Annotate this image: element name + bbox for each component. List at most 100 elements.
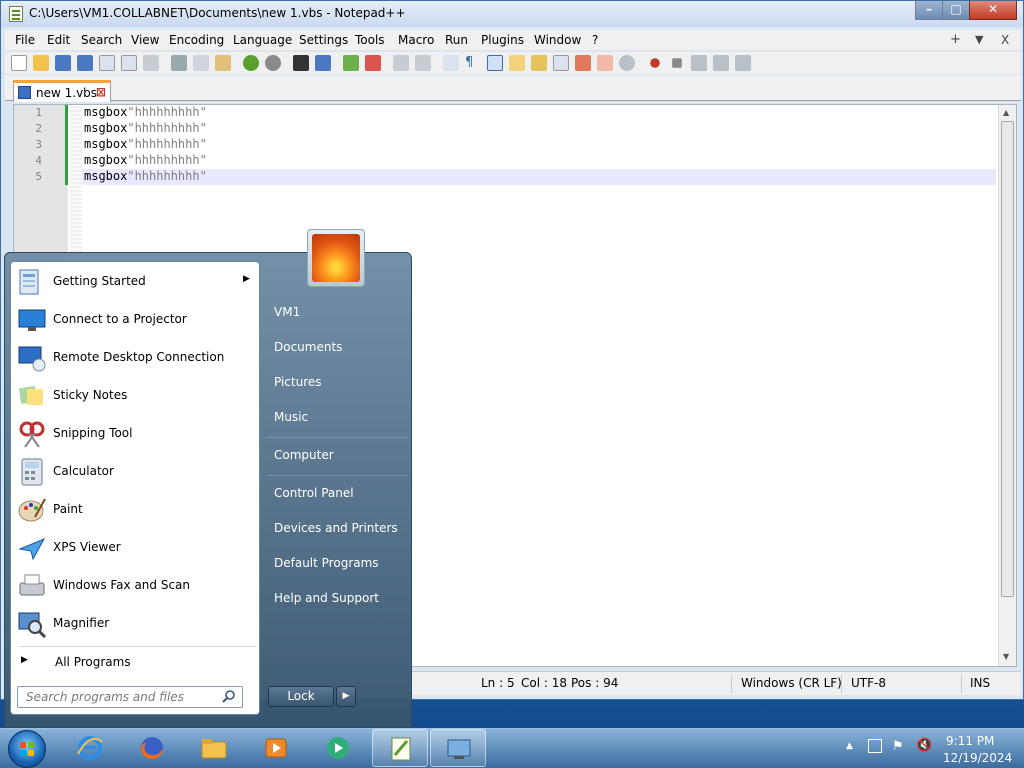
start-link-user[interactable]: VM1	[274, 305, 300, 319]
search-icon[interactable]	[222, 689, 236, 703]
clock-date[interactable]: 12/19/2024	[943, 751, 1012, 765]
start-link-control-panel[interactable]: Control Panel	[274, 486, 354, 500]
menu-file[interactable]: File	[15, 33, 35, 47]
minimize-button[interactable]: –	[915, 1, 943, 20]
doc-map-icon[interactable]	[531, 55, 547, 71]
monitoring-icon[interactable]	[619, 55, 635, 71]
menu-view[interactable]: View	[131, 33, 159, 47]
program-xps-viewer[interactable]: XPS Viewer	[13, 530, 257, 566]
menu-tools[interactable]: Tools	[355, 33, 385, 47]
menu-language[interactable]: Language	[233, 33, 292, 47]
code-line[interactable]: msgbox"hhhhhhhhh"	[84, 105, 207, 119]
program-sticky-notes[interactable]: Sticky Notes	[13, 378, 257, 414]
stop-macro-icon[interactable]	[672, 58, 682, 68]
scroll-up-icon[interactable]: ▲	[1003, 108, 1009, 117]
program-getting-started[interactable]: Getting Started ▶	[13, 264, 257, 300]
close-tab-icon[interactable]: X	[1001, 33, 1009, 47]
paste-icon[interactable]	[215, 55, 231, 71]
doc-list-icon[interactable]	[597, 55, 613, 71]
replace-icon[interactable]	[315, 55, 331, 71]
menu-run[interactable]: Run	[445, 33, 468, 47]
close-tab-icon[interactable]: ⊠	[96, 85, 106, 99]
status-encoding[interactable]: UTF-8	[851, 676, 886, 690]
indent-guide-icon[interactable]	[487, 55, 503, 71]
program-paint[interactable]: Paint	[13, 492, 257, 528]
folder-workspace-icon[interactable]	[575, 55, 591, 71]
close-file-icon[interactable]	[99, 55, 115, 71]
taskbar-firefox[interactable]	[124, 729, 180, 767]
play-macro-icon[interactable]	[691, 55, 707, 71]
program-calculator[interactable]: Calculator	[13, 454, 257, 490]
menu-help[interactable]: ?	[592, 33, 598, 47]
function-list-icon[interactable]	[553, 55, 569, 71]
menu-search[interactable]: Search	[81, 33, 122, 47]
code-line[interactable]: msgbox"hhhhhhhhh"	[84, 137, 207, 151]
scroll-down-icon[interactable]: ▼	[1003, 652, 1009, 661]
record-macro-icon[interactable]	[650, 58, 660, 68]
program-connect-projector[interactable]: Connect to a Projector	[13, 302, 257, 338]
vertical-scrollbar[interactable]: ▲ ▼	[998, 105, 1016, 666]
tab-new-1-vbs[interactable]: new 1.vbs ⊠	[13, 80, 111, 102]
start-link-help-support[interactable]: Help and Support	[274, 591, 379, 605]
copy-icon[interactable]	[193, 55, 209, 71]
save-all-icon[interactable]	[77, 55, 93, 71]
menu-macro[interactable]: Macro	[398, 33, 434, 47]
status-eol[interactable]: Windows (CR LF)	[741, 676, 842, 690]
run-macro-multiple-icon[interactable]	[713, 55, 729, 71]
taskbar-media-player[interactable]	[248, 729, 304, 767]
start-link-devices-printers[interactable]: Devices and Printers	[274, 521, 398, 535]
sync-horizontal-icon[interactable]	[415, 55, 431, 71]
lock-button[interactable]: Lock	[268, 686, 334, 707]
shutdown-options-arrow-icon[interactable]: ▶	[336, 686, 356, 707]
new-file-icon[interactable]	[11, 55, 27, 71]
taskbar-notepadpp[interactable]	[372, 729, 428, 767]
all-programs-button[interactable]: ▶ All Programs	[15, 651, 255, 673]
start-search-input[interactable]: Search programs and files	[17, 686, 243, 708]
code-line[interactable]: msgbox"hhhhhhhhh"	[84, 121, 207, 135]
clock-time[interactable]: 9:11 PM	[946, 734, 994, 748]
scrollbar-thumb[interactable]	[1001, 121, 1014, 597]
user-picture-frame[interactable]	[307, 229, 365, 287]
program-magnifier[interactable]: Magnifier	[13, 606, 257, 642]
start-link-documents[interactable]: Documents	[274, 340, 342, 354]
new-tab-icon[interactable]: +	[950, 32, 961, 47]
menu-settings[interactable]: Settings	[299, 33, 348, 47]
zoom-in-icon[interactable]	[343, 55, 359, 71]
action-center-icon[interactable]	[868, 739, 882, 753]
print-icon[interactable]	[143, 55, 159, 71]
redo-icon[interactable]	[265, 55, 281, 71]
program-snipping-tool[interactable]: Snipping Tool	[13, 416, 257, 452]
find-icon[interactable]	[293, 55, 309, 71]
maximize-button[interactable]: □	[942, 1, 970, 20]
start-link-default-programs[interactable]: Default Programs	[274, 556, 379, 570]
undo-icon[interactable]	[243, 55, 259, 71]
status-mode[interactable]: INS	[970, 676, 990, 690]
code-line[interactable]: msgbox"hhhhhhhhh"	[84, 169, 207, 183]
start-link-music[interactable]: Music	[274, 410, 308, 424]
save-macro-icon[interactable]	[735, 55, 751, 71]
show-all-chars-icon[interactable]: ¶	[465, 55, 481, 71]
taskbar-media-center[interactable]	[310, 729, 366, 767]
close-all-icon[interactable]	[121, 55, 137, 71]
close-button[interactable]: ✕	[969, 1, 1017, 20]
menu-plugins[interactable]: Plugins	[481, 33, 524, 47]
menu-edit[interactable]: Edit	[47, 33, 70, 47]
cut-icon[interactable]	[171, 55, 187, 71]
taskbar-internet-explorer[interactable]	[62, 729, 118, 767]
show-hidden-icons-icon[interactable]: ▲	[846, 741, 853, 751]
zoom-out-icon[interactable]	[365, 55, 381, 71]
udl-icon[interactable]	[509, 55, 525, 71]
program-fax-scan[interactable]: Windows Fax and Scan	[13, 568, 257, 604]
code-line[interactable]: msgbox"hhhhhhhhh"	[84, 153, 207, 167]
flag-icon[interactable]: ⚑	[892, 739, 904, 754]
taskbar-windows-explorer[interactable]	[186, 729, 242, 767]
tab-list-icon[interactable]: ▼	[975, 33, 983, 46]
sync-vertical-icon[interactable]	[393, 55, 409, 71]
start-link-computer[interactable]: Computer	[274, 448, 334, 462]
word-wrap-icon[interactable]	[443, 55, 459, 71]
menu-encoding[interactable]: Encoding	[169, 33, 224, 47]
open-file-icon[interactable]	[33, 55, 49, 71]
save-icon[interactable]	[55, 55, 71, 71]
menu-window[interactable]: Window	[534, 33, 581, 47]
taskbar-screen-app[interactable]	[430, 729, 486, 767]
